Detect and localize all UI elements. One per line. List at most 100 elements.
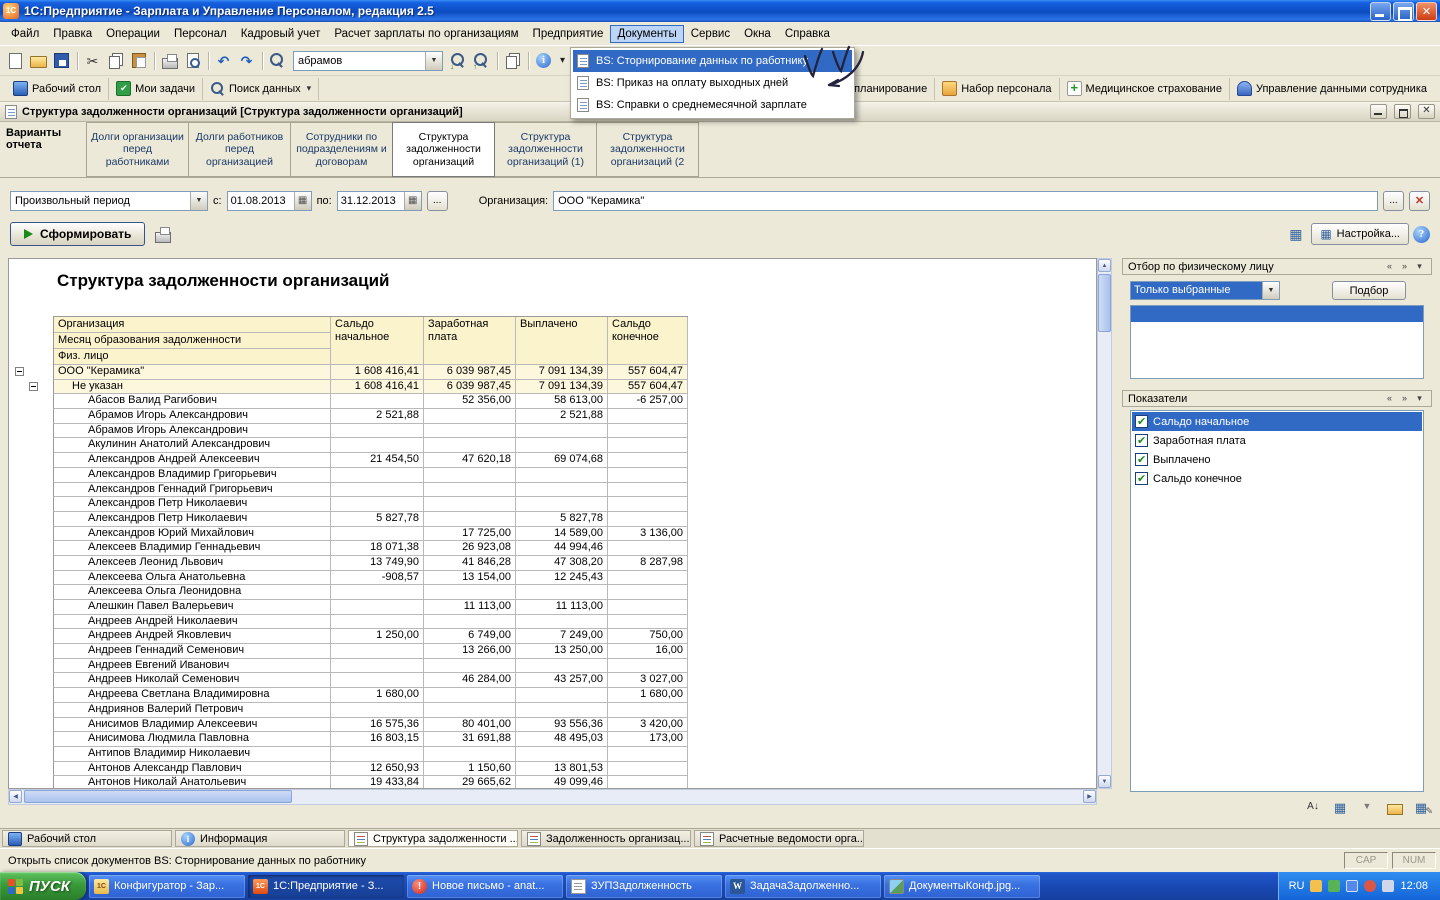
table-row[interactable]: Александров Андрей Алексеевич 21 454,50 … [9, 453, 1096, 468]
menu-item[interactable]: Операции [99, 25, 167, 43]
table-row[interactable]: Александров Владимир Григорьевич [9, 468, 1096, 483]
quickbar-button[interactable]: Набор персонала [934, 78, 1058, 100]
window-tab[interactable]: Структура задолженности ... [348, 830, 518, 847]
checkbox-checked-icon[interactable] [1135, 453, 1148, 466]
toolbar-icon-button[interactable]: ↑ [470, 50, 493, 72]
search-input[interactable] [294, 52, 425, 70]
search-dropdown-icon[interactable] [425, 52, 442, 70]
report-variant-tab[interactable]: Долги организации перед работниками [86, 122, 189, 177]
menu-item[interactable]: Справка [778, 25, 837, 43]
window-tab[interactable]: Информация [175, 830, 345, 847]
toolbar-icon-button[interactable]: ↷ [235, 50, 258, 72]
checkbox-checked-icon[interactable] [1135, 434, 1148, 447]
table-row[interactable]: Акулинин Анатолий Александрович [9, 438, 1096, 453]
quickbar-button[interactable]: Рабочий стол [6, 78, 109, 100]
toolbar-icon-button[interactable] [158, 50, 181, 72]
menu-item[interactable]: Предприятие [526, 25, 611, 43]
filter-icon[interactable] [1358, 800, 1376, 816]
toolbar-icon-button[interactable] [493, 50, 501, 72]
table-row[interactable]: Александров Петр Николаевич 5 827,78 5 8… [9, 512, 1096, 527]
menu-item[interactable]: Правка [46, 25, 99, 43]
settings-button[interactable]: Настройка... [1311, 223, 1409, 245]
table-row[interactable]: Антипов Владимир Николаевич [9, 747, 1096, 762]
table-row[interactable]: Александров Петр Николаевич [9, 497, 1096, 512]
indicator-row[interactable]: Сальдо конечное [1132, 469, 1422, 488]
table-row[interactable]: Антонов Николай Анатольевич 19 433,84 29… [9, 776, 1096, 789]
filter-mode-combo[interactable]: Только выбранные [1130, 281, 1280, 300]
date-to-input[interactable] [338, 192, 404, 210]
indicator-row[interactable]: Сальдо начальное [1132, 412, 1422, 431]
table-row[interactable]: Андреев Андрей Николаевич [9, 615, 1096, 630]
table-row[interactable]: Абасов Валид Рагибович 52 356,00 58 613,… [9, 394, 1096, 409]
menu-item[interactable]: Персонал [167, 25, 234, 43]
toolbar-icon-button[interactable] [181, 50, 204, 72]
table-row[interactable]: Андреев Андрей Яковлевич 1 250,00 6 749,… [9, 629, 1096, 644]
quickbar-button[interactable]: Мои задачи [109, 78, 203, 100]
calendar-icon[interactable] [294, 192, 311, 210]
toolbar-icon-button[interactable] [501, 50, 524, 72]
window-tab[interactable]: Задолженность организац... [521, 830, 691, 847]
taskbar-item[interactable]: Конфигуратор - Зар... [89, 875, 245, 898]
horizontal-scrollbar[interactable] [8, 789, 1097, 805]
toolbar-icon-button[interactable]: ↶ [212, 50, 235, 72]
menu-item[interactable]: Кадровый учет [234, 25, 328, 43]
close-button[interactable] [1416, 2, 1437, 21]
quickbar-button[interactable]: Поиск данных [203, 78, 319, 100]
selected-list-item[interactable] [1131, 306, 1423, 322]
vertical-scrollbar[interactable] [1097, 258, 1112, 789]
dropdown-menu-item[interactable]: BS: Сторнирование данных по работнику [573, 50, 852, 72]
toolbar-icon-button[interactable] [50, 50, 73, 72]
toolbar-icon-button[interactable] [27, 50, 50, 72]
checkbox-checked-icon[interactable] [1135, 472, 1148, 485]
table-row[interactable]: Алексеев Леонид Львович 13 749,90 41 846… [9, 556, 1096, 571]
help-button[interactable] [1413, 226, 1430, 243]
scroll-left-icon[interactable] [9, 790, 22, 803]
chevron-down-icon[interactable] [1413, 261, 1426, 272]
toolbar-icon-button[interactable] [104, 50, 127, 72]
table-row[interactable]: Анисимова Людмила Павловна 16 803,15 31 … [9, 732, 1096, 747]
toolbar-icon-button[interactable]: ✂ [81, 50, 104, 72]
quickbar-button[interactable]: Медицинское страхование [1059, 78, 1229, 100]
edit-table-icon[interactable] [1412, 800, 1430, 816]
table-row[interactable]: Андреев Евгений Иванович [9, 659, 1096, 674]
toolbar-icon-button[interactable] [127, 50, 150, 72]
minimize-button[interactable] [1370, 2, 1391, 21]
taskbar-item[interactable]: Новое письмо - anat... [407, 875, 563, 898]
report-variant-tab[interactable]: Структура задолженности организаций [392, 122, 495, 177]
report-variant-tab[interactable]: Сотрудники по подразделениям и договорам [290, 122, 393, 177]
menu-item[interactable]: Сервис [684, 25, 737, 43]
toolbar-icon-button[interactable] [524, 50, 532, 72]
volume-icon[interactable] [1382, 880, 1394, 892]
language-indicator[interactable]: RU [1289, 880, 1305, 892]
checkbox-checked-icon[interactable] [1135, 415, 1148, 428]
scroll-thumb[interactable] [24, 790, 292, 803]
toolbar-icon-button[interactable] [532, 50, 555, 72]
pick-button[interactable]: Подбор [1332, 281, 1406, 300]
scroll-up-icon[interactable] [1098, 259, 1111, 272]
tray-icon[interactable] [1364, 880, 1376, 892]
table-row[interactable]: Абрамов Игорь Александрович [9, 424, 1096, 439]
menu-item[interactable]: Расчет зарплаты по организациям [327, 25, 525, 43]
collapse-right-icon[interactable] [1398, 261, 1411, 272]
taskbar-item[interactable]: ДокументыКонф.jpg... [884, 875, 1040, 898]
taskbar-item[interactable]: ЗУПЗадолженность [566, 875, 722, 898]
toolbar-icon-button[interactable] [258, 50, 266, 72]
table-row[interactable]: Антонов Александр Павлович 12 650,93 1 1… [9, 762, 1096, 777]
report-variant-tab[interactable]: Структура задолженности организаций (1) [494, 122, 597, 177]
collapse-left-icon[interactable] [1383, 393, 1396, 404]
table-row[interactable]: ООО "Керамика" 1 608 416,41 6 039 987,45… [9, 365, 1096, 380]
collapse-icon[interactable] [29, 382, 38, 391]
chevron-down-icon[interactable] [190, 192, 207, 210]
window-tab[interactable]: Расчетные ведомости орга... [694, 830, 864, 847]
window-tab[interactable]: Рабочий стол [2, 830, 172, 847]
tray-icon[interactable] [1310, 880, 1322, 892]
organization-field[interactable] [553, 191, 1378, 211]
toolbar-icon-button[interactable] [266, 50, 289, 72]
tray-icon[interactable] [1328, 880, 1340, 892]
report-variant-tab[interactable]: Структура задолженности организаций (2 [596, 122, 699, 177]
generate-button[interactable]: Сформировать [10, 222, 145, 246]
table-row[interactable]: Андреева Светлана Владимировна 1 680,00 … [9, 688, 1096, 703]
menu-item[interactable]: Файл [4, 25, 46, 43]
table-row[interactable]: Андриянов Валерий Петрович [9, 703, 1096, 718]
table-row[interactable]: Александров Геннадий Григорьевич [9, 483, 1096, 498]
